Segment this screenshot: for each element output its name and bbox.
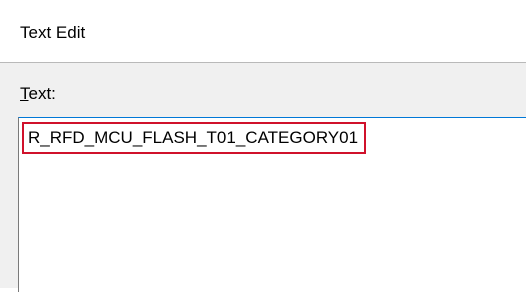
window-title: Text Edit [20, 23, 86, 42]
text-input-value[interactable]: R_RFD_MCU_FLASH_T01_CATEGORY01 [22, 122, 367, 154]
text-edit-dialog: Text Edit Text: R_RFD_MCU_FLASH_T01_CATE… [0, 0, 526, 292]
text-label-rest: ext: [28, 84, 56, 103]
dialog-body: Text: R_RFD_MCU_FLASH_T01_CATEGORY01 [0, 63, 526, 292]
text-label-accelerator: T [20, 84, 29, 103]
text-input-area[interactable]: R_RFD_MCU_FLASH_T01_CATEGORY01 [18, 117, 526, 292]
text-field-label: Text: [20, 84, 56, 104]
title-bar[interactable]: Text Edit [0, 0, 526, 62]
